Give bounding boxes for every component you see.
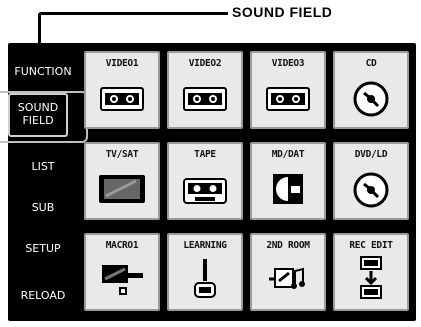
sidebar-item-setup[interactable]: SETUP: [10, 242, 76, 255]
tv-icon: [98, 174, 146, 204]
tile-label: REC EDIT: [349, 240, 393, 251]
sidebar: FUNCTION SOUND FIELD LIST SUB SETUP RELO…: [8, 43, 76, 321]
room-icon: [265, 261, 311, 297]
tile-md-dat[interactable]: MD/DAT: [250, 142, 326, 220]
remote-screen: FUNCTION SOUND FIELD LIST SUB SETUP RELO…: [0, 43, 416, 321]
tile-video2[interactable]: VIDEO2: [167, 51, 243, 129]
cassette-icon: [183, 178, 227, 204]
tile-macro1[interactable]: MACRO1: [84, 233, 160, 311]
tile-label: LEARNING: [183, 240, 227, 251]
cassette-icon: [100, 87, 144, 111]
cassette-icon: [183, 87, 227, 111]
disc-icon: [353, 81, 389, 117]
sidebar-item-reload[interactable]: RELOAD: [10, 289, 76, 302]
cassette-icon: [266, 87, 310, 111]
tile-label: CD: [365, 58, 377, 69]
sidebar-item-function[interactable]: FUNCTION: [10, 65, 76, 78]
tile-2nd-room[interactable]: 2ND ROOM: [250, 233, 326, 311]
rec-edit-icon: [358, 255, 384, 303]
function-grid: VIDEO1 VIDEO2 VIDEO3 CD TV/SAT TAPE MD/D…: [78, 43, 416, 321]
joystick-icon: [190, 257, 220, 301]
minidisc-icon: [271, 172, 305, 206]
callout-bracket: [0, 91, 88, 143]
tile-video1[interactable]: VIDEO1: [84, 51, 160, 129]
tile-label: VIDEO1: [105, 58, 139, 69]
disc-icon: [353, 172, 389, 208]
tile-dvd-ld[interactable]: DVD/LD: [333, 142, 409, 220]
tile-label: VIDEO2: [188, 58, 222, 69]
tile-label: DVD/LD: [354, 149, 388, 160]
tile-label: VIDEO3: [271, 58, 305, 69]
tile-label: TV/SAT: [105, 149, 139, 160]
macro-icon: [99, 261, 145, 301]
tile-rec-edit[interactable]: REC EDIT: [333, 233, 409, 311]
tile-label: 2ND ROOM: [266, 240, 310, 251]
tile-cd[interactable]: CD: [333, 51, 409, 129]
tile-label: TAPE: [194, 149, 216, 160]
tile-tape[interactable]: TAPE: [167, 142, 243, 220]
tile-learning[interactable]: LEARNING: [167, 233, 243, 311]
tile-tv-sat[interactable]: TV/SAT: [84, 142, 160, 220]
tile-label: MD/DAT: [271, 149, 305, 160]
sidebar-item-list[interactable]: LIST: [10, 160, 76, 173]
sidebar-item-sub[interactable]: SUB: [10, 201, 76, 214]
tile-label: MACRO1: [105, 240, 139, 251]
callout-label: SOUND FIELD: [232, 4, 333, 20]
callout-line-horizontal: [44, 12, 228, 15]
tile-video3[interactable]: VIDEO3: [250, 51, 326, 129]
